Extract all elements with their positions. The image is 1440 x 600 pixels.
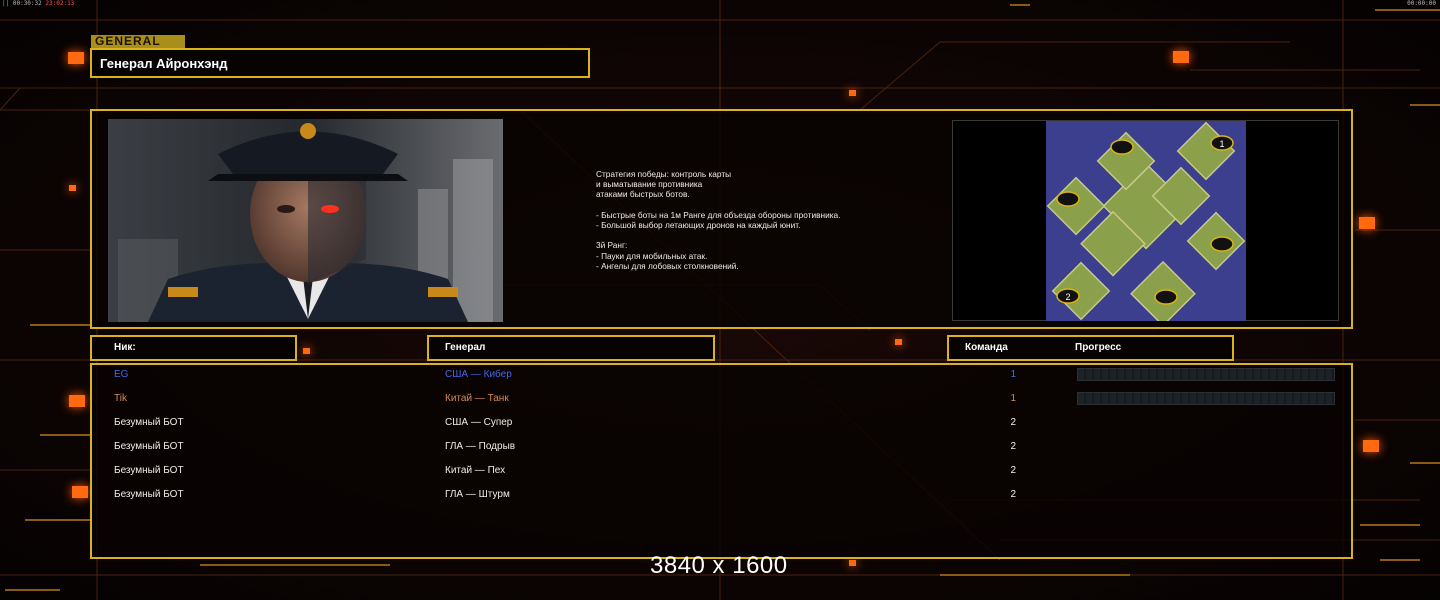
player-general: ГЛА — Подрыв <box>445 441 516 452</box>
column-header-nick: Ник: <box>90 335 297 361</box>
player-nick: EG <box>114 369 129 380</box>
player-row[interactable]: Безумный БОТ США — Супер 2 <box>92 413 1351 437</box>
decor-light <box>849 90 856 96</box>
description-line: 3й Ранг: <box>596 240 628 251</box>
player-nick: Безумный БОТ <box>114 417 184 428</box>
player-team: 1 <box>1010 393 1016 404</box>
column-label-nick: Ник: <box>114 342 136 353</box>
general-info-panel: Стратегия победы: контроль карты и вымат… <box>90 109 1353 329</box>
description-line: - Пауки для мобильных атак. <box>596 250 708 261</box>
player-nick: Безумный БОТ <box>114 465 184 476</box>
player-row[interactable]: Безумный БОТ ГЛА — Подрыв 2 <box>92 437 1351 461</box>
player-row[interactable]: Tik Китай — Танк 1 <box>92 389 1351 413</box>
description-line: - Ангелы для лобовых столкновений. <box>596 260 739 271</box>
general-portrait <box>108 119 503 322</box>
column-label-team: Команда <box>965 342 1008 353</box>
player-row[interactable]: EG США — Кибер 1 <box>92 365 1351 389</box>
clock-time: 23:02:13 <box>45 0 75 7</box>
map-image: 1 2 <box>1046 121 1246 321</box>
description-line: Стратегия победы: контроль карты <box>596 169 732 179</box>
decor-light <box>1359 217 1375 229</box>
description-line: - Быстрые боты на 1м Ранге для объезда о… <box>596 209 841 220</box>
description-line: - Большой выбор летающих дронов на кажды… <box>596 220 801 230</box>
player-general: США — Кибер <box>445 369 512 380</box>
player-nick: Безумный БОТ <box>114 441 184 452</box>
player-row[interactable]: Безумный БОТ ГЛА — Штурм 2 <box>92 485 1351 509</box>
decor-light <box>69 395 85 407</box>
decor-light <box>849 560 856 566</box>
player-general: Китай — Танк <box>445 393 509 404</box>
player-team: 1 <box>1010 369 1016 380</box>
column-header-team-progress: Команда Прогресс <box>947 335 1234 361</box>
description-line: и выматывание противника <box>596 179 703 190</box>
player-row[interactable]: Безумный БОТ Китай — Пех 2 <box>92 461 1351 485</box>
general-tag: GENERAL <box>91 35 185 48</box>
resolution-label: 3840 x 1600 <box>650 552 788 579</box>
player-team: 2 <box>1010 465 1016 476</box>
column-label-progress: Прогресс <box>1075 342 1122 353</box>
general-title: Генерал Айронхэнд <box>100 56 228 71</box>
description-line <box>596 200 936 210</box>
general-title-box: Генерал Айронхэнд <box>90 48 590 78</box>
general-description: Стратегия победы: контроль карты и вымат… <box>596 169 936 271</box>
decor-light <box>895 339 902 345</box>
map-spawn-label: 1 <box>1219 139 1224 149</box>
description-line: атаками быстрых ботов. <box>596 189 690 200</box>
map-spawn-label: 2 <box>1065 292 1070 302</box>
decor-light <box>1363 440 1379 452</box>
session-time: 00:30:32 <box>12 0 42 7</box>
column-label-general: Генерал <box>445 342 486 353</box>
status-bar-right: 00:00:00 <box>1407 0 1436 7</box>
player-team: 2 <box>1010 417 1016 428</box>
decor-light <box>1173 51 1189 63</box>
column-header-general: Генерал <box>427 335 715 361</box>
player-list: EG США — Кибер 1 Tik Китай — Танк 1 Безу… <box>90 363 1353 559</box>
status-bar-left: || 00:30:32 23:02:13 <box>2 0 74 7</box>
decor-light <box>72 486 88 498</box>
player-team: 2 <box>1010 489 1016 500</box>
player-progress-bar <box>1077 368 1335 381</box>
decor-light <box>303 348 310 354</box>
decor-light <box>69 185 76 191</box>
player-team: 2 <box>1010 441 1016 452</box>
player-nick: Tik <box>114 393 127 404</box>
player-nick: Безумный БОТ <box>114 489 184 500</box>
player-general: ГЛА — Штурм <box>445 489 510 500</box>
decor-light <box>68 52 84 64</box>
player-progress-bar <box>1077 392 1335 405</box>
player-general: Китай — Пех <box>445 465 506 476</box>
description-line <box>596 230 936 240</box>
player-general: США — Супер <box>445 417 513 428</box>
fps-indicator: || <box>2 0 10 7</box>
map-preview[interactable]: 1 2 <box>952 120 1339 321</box>
